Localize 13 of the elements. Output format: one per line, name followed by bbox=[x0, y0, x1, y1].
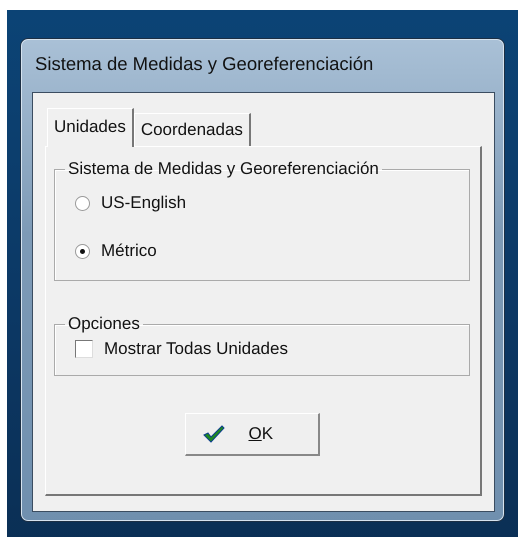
radio-label[interactable]: US-English bbox=[101, 193, 186, 213]
checkbox-label[interactable]: Mostrar Todas Unidades bbox=[104, 339, 288, 359]
checkmark-icon bbox=[202, 425, 224, 443]
group-title: Opciones bbox=[67, 314, 141, 334]
radio-label[interactable]: Métrico bbox=[101, 241, 157, 261]
ok-button[interactable]: OK bbox=[184, 413, 320, 456]
tab[interactable]: Unidades bbox=[47, 108, 134, 147]
checkbox[interactable] bbox=[75, 340, 93, 358]
group-title: Sistema de Medidas y Georeferenciación bbox=[67, 159, 380, 179]
tab[interactable]: Coordenadas bbox=[134, 113, 251, 146]
window-title: Sistema de Medidas y Georeferenciación bbox=[34, 52, 374, 76]
radio-button[interactable] bbox=[75, 196, 90, 210]
radio-button[interactable] bbox=[75, 244, 90, 258]
